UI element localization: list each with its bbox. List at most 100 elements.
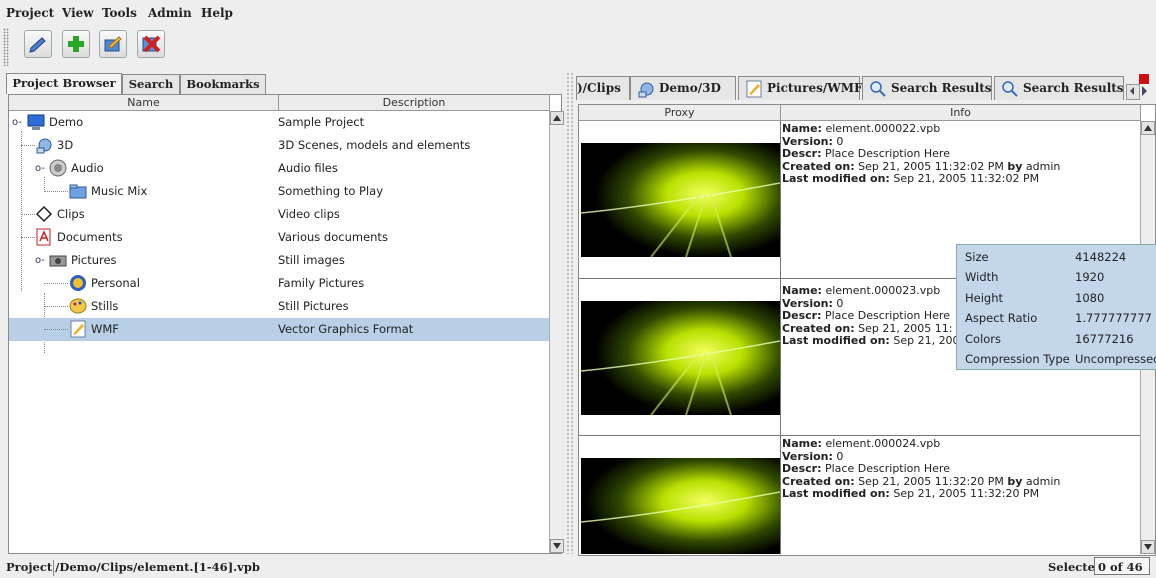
tooltip-key: Width (965, 270, 999, 284)
tab-project-browser[interactable]: Project Browser (6, 73, 122, 94)
tree-label: Personal (91, 276, 140, 290)
tab-label: )/Clips (577, 81, 621, 95)
label-version: Version: (782, 134, 833, 148)
edit-button[interactable] (24, 30, 52, 58)
tree-row-documents[interactable]: Documents Various documents (9, 226, 549, 249)
tree-row-pictures[interactable]: o- Pictures Still images (9, 249, 549, 272)
tooltip-key: Colors (965, 332, 1002, 346)
version-value: 0 (836, 134, 844, 148)
version-value: 0 (836, 449, 844, 463)
toolbar-grip[interactable] (3, 28, 9, 66)
result-row[interactable]: Name: element.000024.vpb Version: 0 Desc… (579, 436, 1140, 554)
project-tree-table[interactable]: Name Description o- Demo Sample Project … (8, 94, 564, 554)
tree-connector (21, 145, 35, 146)
tab-label: Demo/3D (659, 81, 721, 95)
descr-value: Place Description Here (824, 147, 950, 160)
tree-label: WMF (91, 322, 119, 336)
menu-help[interactable]: Help (201, 6, 233, 20)
tree-row-audio[interactable]: o- Audio Audio files (9, 157, 549, 180)
scroll-down-arrow-icon[interactable] (550, 539, 564, 553)
menu-tools[interactable]: Tools (102, 6, 137, 20)
menu-admin[interactable]: Admin (148, 6, 192, 20)
label-modified: Last modified on: (782, 172, 890, 185)
info-cell: Name: element.000022.vpb Version: 0 Desc… (782, 122, 1060, 186)
tree-row-demo[interactable]: o- Demo Sample Project (9, 111, 549, 134)
tab-search-results-2[interactable]: Search Results (994, 76, 1124, 100)
tab-scroll-left-icon[interactable] (1126, 84, 1140, 100)
tab-label: Pictures/WMF (767, 81, 863, 95)
tab-clips[interactable]: )/Clips (576, 76, 630, 100)
tree-description: Vector Graphics Format (278, 322, 414, 336)
tab-search-results-1[interactable]: Search Results (862, 76, 992, 100)
tree-row-clips[interactable]: Clips Video clips (9, 203, 549, 226)
tab-demo-3d[interactable]: Demo/3D (630, 76, 736, 100)
label-modified: Last modified on: (782, 487, 890, 500)
created-value: Sep 21, 2005 11:32:20 PM (858, 474, 1004, 488)
label-name: Name: (782, 284, 822, 297)
scroll-down-arrow-icon[interactable] (1141, 540, 1155, 554)
delete-button[interactable] (137, 30, 165, 58)
tree-scrollbar[interactable] (549, 111, 564, 553)
menu-view[interactable]: View (62, 6, 94, 20)
tree-label: Stills (91, 299, 119, 313)
author-value: admin (1025, 474, 1061, 488)
label-by: by (1007, 474, 1023, 488)
search-icon (1002, 81, 1018, 97)
tree-description: Family Pictures (278, 276, 365, 290)
proxy-cell (579, 436, 781, 554)
column-header-description[interactable]: Description (279, 95, 550, 111)
label-by: by (1007, 159, 1023, 173)
file-name: element.000024.vpb (825, 437, 941, 450)
tree-row-music-mix[interactable]: Music Mix Something to Play (9, 180, 549, 203)
tree-connector (21, 237, 35, 238)
tooltip-key: Size (965, 250, 989, 264)
add-button[interactable] (62, 30, 90, 58)
column-header-proxy[interactable]: Proxy (579, 105, 781, 121)
expand-toggle-icon[interactable]: o- (35, 163, 45, 174)
thumbnail-image (581, 301, 780, 415)
tree-description: Still images (278, 253, 345, 267)
panel-splitter[interactable] (566, 72, 574, 554)
descr-value: Place Description Here (824, 462, 950, 475)
tooltip-key: Height (965, 291, 1004, 305)
tree-description: Sample Project (278, 115, 365, 129)
expand-toggle-icon[interactable]: o- (35, 255, 45, 266)
wmf-icon (746, 80, 762, 98)
info-cell: Name: element.000023.vpb Version: 0 Desc… (782, 284, 960, 348)
tree-label: Documents (57, 230, 123, 244)
pdf-icon (36, 228, 51, 246)
label-descr: Descr: (782, 462, 822, 475)
tooltip-value: 4148224 (1075, 250, 1127, 264)
tab-pictures-wmf[interactable]: Pictures/WMF (738, 76, 863, 100)
add-icon (68, 36, 84, 52)
scroll-up-arrow-icon[interactable] (550, 111, 564, 125)
delete-icon (142, 35, 161, 53)
tree-label: Music Mix (91, 184, 148, 198)
tree-row-personal[interactable]: Personal Family Pictures (9, 272, 549, 295)
tree-description: Various documents (278, 230, 388, 244)
scroll-up-arrow-icon[interactable] (1141, 121, 1155, 135)
tree-row-stills[interactable]: Stills Still Pictures (9, 295, 549, 318)
tree-connector (44, 306, 68, 307)
tab-search[interactable]: Search (122, 74, 180, 94)
tree-description: Audio files (278, 161, 338, 175)
palette-icon (69, 298, 87, 314)
tree-description: 3D Scenes, models and elements (278, 138, 471, 152)
menu-project[interactable]: Project (6, 6, 54, 20)
tab-scroll-right-icon[interactable] (1139, 74, 1151, 98)
column-header-info[interactable]: Info (781, 105, 1141, 121)
tree-row-3d[interactable]: 3D 3D Scenes, models and elements (9, 134, 549, 157)
column-header-name[interactable]: Name (9, 95, 279, 111)
tree-row-wmf[interactable]: WMF Vector Graphics Format (9, 318, 553, 341)
label-modified: Last modified on: (782, 334, 890, 347)
properties-tooltip: Size 4148224 Width 1920 Height 1080 Aspe… (956, 244, 1156, 370)
tooltip-key: Aspect Ratio (965, 311, 1038, 325)
export-button[interactable] (99, 30, 127, 58)
proxy-cell (579, 121, 781, 278)
version-value: 0 (836, 296, 844, 310)
tab-bookmarks[interactable]: Bookmarks (180, 74, 266, 94)
tree-label: Audio (71, 161, 104, 175)
status-prefix: Project (6, 560, 53, 574)
expand-toggle-icon[interactable]: o- (12, 117, 22, 128)
tree-description: Video clips (278, 207, 340, 221)
